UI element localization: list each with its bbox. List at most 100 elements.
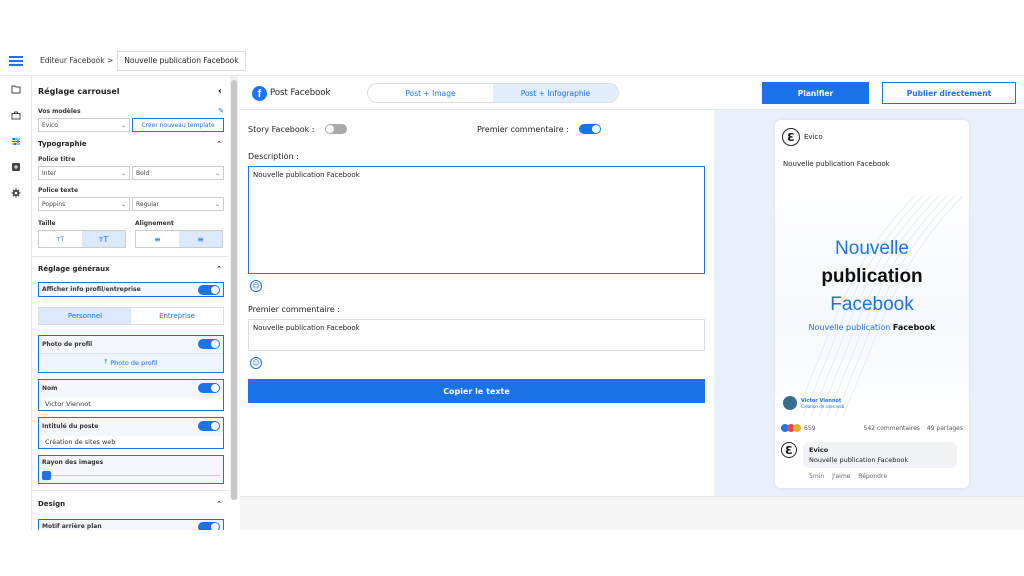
job-title-group: Intitulé du poste Création de sites web xyxy=(38,417,224,449)
copy-text-button[interactable]: Copier le texte xyxy=(248,379,705,403)
app-frame: Editeur Facebook > Nouvelle publication … xyxy=(0,46,1024,530)
chevron-up-icon[interactable]: ⌃ xyxy=(216,140,222,148)
bg-pattern-row: Motif arrière plan xyxy=(38,519,224,530)
name-group: Nom Victor Viennot xyxy=(38,379,224,411)
text-weight-select[interactable]: Regular ⌄ xyxy=(132,197,224,211)
folder-icon[interactable] xyxy=(0,76,32,102)
chevron-up-icon[interactable]: ⌃ xyxy=(216,500,222,508)
show-profile-label: Afficher info profil/entreprise xyxy=(42,286,141,293)
title-font-select[interactable]: Inter ⌄ xyxy=(38,166,130,180)
size-toggle: ᴛT ᴛT xyxy=(38,230,126,248)
headline-line-2: publication xyxy=(821,266,923,287)
post-type-tabs: Post + Image Post + Infographie xyxy=(367,83,619,103)
chevron-down-icon: ⌄ xyxy=(214,200,220,208)
title-weight-value: Bold xyxy=(136,169,150,177)
job-title-label: Intitulé du poste xyxy=(42,422,99,430)
text-size-large-icon[interactable]: ᴛT xyxy=(82,231,125,247)
name-toggle[interactable] xyxy=(198,383,220,393)
sidebar-scrollbar[interactable] xyxy=(230,76,238,500)
page-name: Evico xyxy=(804,133,823,141)
scrollbar-thumb[interactable] xyxy=(231,80,237,500)
facebook-logo-icon: f xyxy=(252,86,267,101)
main-panel: f Post Facebook Post + Image Post + Info… xyxy=(240,76,1024,530)
reactions-row: 659 542 commentaires 49 partages xyxy=(781,424,963,432)
text-size-small-icon[interactable]: ᴛT xyxy=(39,231,82,247)
breadcrumb[interactable]: Editeur Facebook > xyxy=(40,56,113,65)
chevron-down-icon: ⌄ xyxy=(214,169,220,177)
bg-pattern-toggle[interactable] xyxy=(198,521,220,530)
comment-time: 5min xyxy=(809,473,825,480)
create-template-button[interactable]: Créer nouveau template xyxy=(132,118,224,132)
post-text: Nouvelle publication Facebook xyxy=(783,160,890,168)
comment-reply-link[interactable]: Répondre xyxy=(858,473,887,480)
model-select-value: Evico xyxy=(42,121,58,129)
comment-block: Ɛ Evico Nouvelle publication Facebook 5m… xyxy=(781,442,963,480)
author-name: Victor Viennot xyxy=(801,397,842,404)
briefcase-icon[interactable] xyxy=(0,102,32,128)
image-radius-slider[interactable] xyxy=(42,471,220,480)
upload-photo-label: Photo de profil xyxy=(110,358,158,367)
profile-photo-toggle[interactable] xyxy=(198,339,220,349)
icon-rail xyxy=(0,76,32,530)
author-job: Création de sites web xyxy=(801,403,845,409)
sliders-icon[interactable] xyxy=(0,128,32,154)
tab-post-infographic[interactable]: Post + Infographie xyxy=(493,84,618,102)
tab-post-image[interactable]: Post + Image xyxy=(368,84,493,102)
size-label: Taille xyxy=(38,220,56,227)
subline: Nouvelle publication Facebook xyxy=(775,323,969,332)
bg-pattern-label: Motif arrière plan xyxy=(42,523,102,530)
top-bar: Editeur Facebook > Nouvelle publication … xyxy=(0,46,1024,76)
comment-avatar-icon: Ɛ xyxy=(781,442,797,458)
author-block: Victor Viennot Création de sites web xyxy=(783,396,844,410)
profile-type-tabs: Personnel Entreprise xyxy=(38,307,224,325)
story-toggle[interactable] xyxy=(324,124,347,134)
document-title-field[interactable]: Nouvelle publication Facebook xyxy=(117,50,246,71)
publish-button[interactable]: Publier directement xyxy=(882,82,1016,104)
text-font-select[interactable]: Poppins ⌄ xyxy=(38,197,130,211)
align-center-icon[interactable]: ≡ xyxy=(179,231,222,247)
edit-pencil-icon[interactable]: ✎ xyxy=(218,107,224,115)
comment-like-link[interactable]: J'aime xyxy=(832,473,850,480)
emoji-icon[interactable]: ☺ xyxy=(250,280,262,292)
description-textarea[interactable]: Nouvelle publication Facebook xyxy=(248,166,705,274)
avatar xyxy=(783,396,797,410)
models-label: Vos modèles xyxy=(38,107,81,115)
comments-count: 542 commentaires xyxy=(863,424,920,432)
settings-sidebar: Réglage carrousel ‹ Vos modèles ✎ Evico … xyxy=(32,76,228,530)
job-title-input[interactable]: Création de sites web xyxy=(39,436,223,448)
upload-photo-button[interactable]: ⤒ Photo de profil xyxy=(39,353,223,371)
reactions-count: 659 xyxy=(804,424,816,432)
name-input[interactable]: Victor Viennot xyxy=(39,398,223,410)
main-header: f Post Facebook Post + Image Post + Info… xyxy=(240,76,1024,110)
comment-text: Nouvelle publication Facebook xyxy=(809,456,909,464)
post-visual: Nouvelle publication Facebook Nouvelle p… xyxy=(775,176,969,421)
headline-line-1: Nouvelle xyxy=(835,238,909,259)
shares-count: 49 partages xyxy=(926,424,963,432)
job-title-toggle[interactable] xyxy=(198,421,220,431)
show-profile-toggle[interactable] xyxy=(198,284,220,295)
align-left-icon[interactable]: ≡ xyxy=(136,231,179,247)
collapse-sidebar-icon[interactable]: ‹ xyxy=(218,86,222,97)
first-comment-textarea[interactable]: Nouvelle publication Facebook xyxy=(248,319,705,351)
menu-icon[interactable] xyxy=(0,46,32,76)
typography-title: Typographie xyxy=(38,140,87,148)
headline-line-3: Facebook xyxy=(830,294,914,315)
description-label: Description : xyxy=(248,152,299,161)
story-label: Story Facebook : xyxy=(248,124,315,134)
title-weight-select[interactable]: Bold ⌄ xyxy=(132,166,224,180)
schedule-button[interactable]: Planifier xyxy=(762,82,869,104)
first-comment-toggle[interactable] xyxy=(578,124,601,134)
gear-icon[interactable] xyxy=(0,180,32,206)
post-title: Post Facebook xyxy=(270,88,331,98)
model-select[interactable]: Evico ⌄ xyxy=(38,118,130,132)
emoji-icon[interactable]: ☺ xyxy=(250,357,262,369)
chevron-up-icon[interactable]: ⌃ xyxy=(216,265,222,273)
tab-personal[interactable]: Personnel xyxy=(39,308,131,324)
sidebar-title: Réglage carrousel xyxy=(38,87,120,96)
page-logo-icon: Ɛ xyxy=(782,128,800,146)
chevron-down-icon: ⌄ xyxy=(120,121,126,129)
slider-handle[interactable] xyxy=(42,471,51,480)
subline-blue: Nouvelle publication xyxy=(808,323,891,332)
tab-company[interactable]: Entreprise xyxy=(131,308,223,324)
add-box-icon[interactable] xyxy=(0,154,32,180)
